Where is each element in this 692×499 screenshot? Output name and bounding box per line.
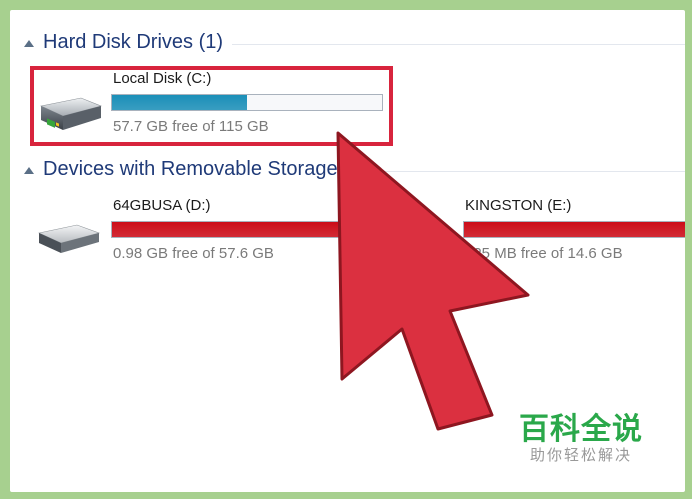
watermark-subtitle: 助你轻松解决 — [529, 447, 632, 464]
watermark-logo: 百科全说 助你轻松解决 — [496, 392, 666, 472]
collapse-arrow-icon[interactable] — [24, 40, 34, 47]
usb-drive-icon — [35, 221, 103, 262]
drive-d-free-space: 0.98 GB free of 57.6 GB — [113, 245, 274, 262]
removable-storage-title: Devices with Removable Storage (2) — [43, 158, 368, 180]
drive-d-usage-fill — [112, 222, 350, 237]
drive-d-usage-bar — [111, 221, 355, 238]
collapse-arrow-icon[interactable] — [24, 167, 34, 174]
section-divider — [232, 44, 685, 45]
hard-disk-drives-header[interactable]: Hard Disk Drives (1) — [10, 29, 685, 59]
drive-d[interactable]: 64GBUSA (D:) 0.98 GB free of 57.6 GB — [10, 197, 355, 267]
drive-d-name: 64GBUSA (D:) — [113, 197, 211, 214]
hard-disk-drives-title: Hard Disk Drives (1) — [43, 31, 224, 53]
watermark-brand: 百科全说 — [519, 413, 643, 446]
pointer-arrow-icon — [336, 131, 530, 431]
